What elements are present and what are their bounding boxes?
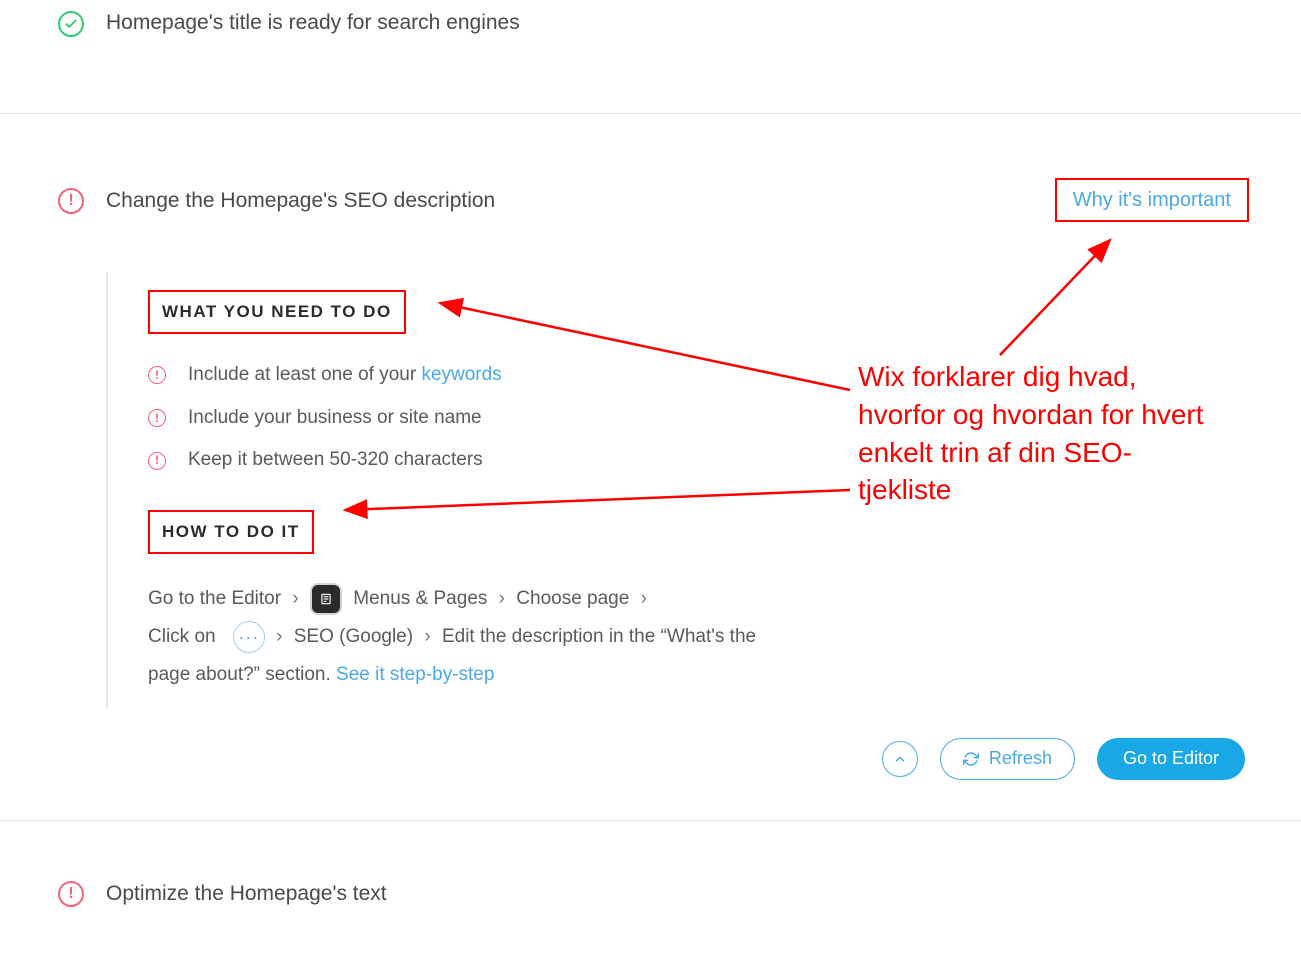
step-text: Menus & Pages	[347, 588, 487, 609]
task-title-ready: Homepage's title is ready for search eng…	[106, 8, 520, 37]
why-important-link[interactable]: Why it's important	[1055, 178, 1249, 222]
chevron-right-icon: ›	[635, 588, 653, 609]
step-text: Click on	[148, 626, 216, 647]
go-to-editor-button[interactable]: Go to Editor	[1097, 738, 1245, 780]
page-settings-icon: ···	[233, 621, 265, 653]
alert-icon: !	[58, 188, 84, 214]
refresh-label: Refresh	[989, 748, 1052, 769]
checklist-text: Include at least one of your	[188, 364, 421, 385]
what-checklist: ! Include at least one of your keywords …	[148, 354, 786, 482]
step-text: Choose page	[516, 588, 629, 609]
chevron-up-icon	[893, 752, 907, 766]
checklist-text: Keep it between 50-320 characters	[188, 449, 483, 470]
alert-icon: !	[58, 881, 84, 907]
task-title-seo-desc: Change the Homepage's SEO description	[106, 186, 495, 215]
checklist-item: ! Include at least one of your keywords	[148, 354, 786, 397]
keywords-link[interactable]: keywords	[421, 364, 501, 385]
alert-icon: !	[148, 366, 166, 384]
checklist-item: ! Include your business or site name	[148, 397, 786, 440]
task-row-title-ready[interactable]: Homepage's title is ready for search eng…	[0, 0, 1301, 113]
chevron-right-icon: ›	[286, 588, 304, 609]
chevron-right-icon: ›	[493, 588, 511, 609]
go-to-editor-label: Go to Editor	[1123, 748, 1219, 769]
how-to-heading: HOW TO DO IT	[148, 510, 314, 554]
see-step-by-step-link[interactable]: See it step-by-step	[336, 664, 494, 685]
what-you-need-heading: WHAT YOU NEED TO DO	[148, 290, 406, 334]
checklist-item: ! Keep it between 50-320 characters	[148, 439, 786, 482]
alert-icon: !	[148, 409, 166, 427]
task-actions: Refresh Go to Editor	[0, 738, 1301, 820]
collapse-button[interactable]	[882, 741, 918, 777]
how-to-steps: Go to the Editor › Menus & Pages › Choos…	[148, 580, 786, 694]
annotation-callout: Wix forklarer dig hvad, hvorfor og hvord…	[858, 358, 1218, 509]
step-text: Go to the Editor	[148, 588, 281, 609]
checklist-text: Include your business or site name	[188, 407, 482, 428]
alert-icon: !	[148, 452, 166, 470]
chevron-right-icon: ›	[270, 626, 288, 647]
chevron-right-icon: ›	[418, 626, 436, 647]
pages-panel-icon	[310, 583, 342, 615]
check-icon	[58, 11, 84, 37]
refresh-button[interactable]: Refresh	[940, 738, 1075, 780]
refresh-icon	[963, 751, 979, 767]
task-title-optimize: Optimize the Homepage's text	[106, 879, 387, 908]
task-row-seo-description[interactable]: ! Change the Homepage's SEO description …	[0, 114, 1301, 222]
task-details-panel: WHAT YOU NEED TO DO ! Include at least o…	[106, 272, 826, 707]
step-text: SEO (Google)	[294, 626, 413, 647]
task-row-optimize-text[interactable]: ! Optimize the Homepage's text	[0, 821, 1301, 966]
